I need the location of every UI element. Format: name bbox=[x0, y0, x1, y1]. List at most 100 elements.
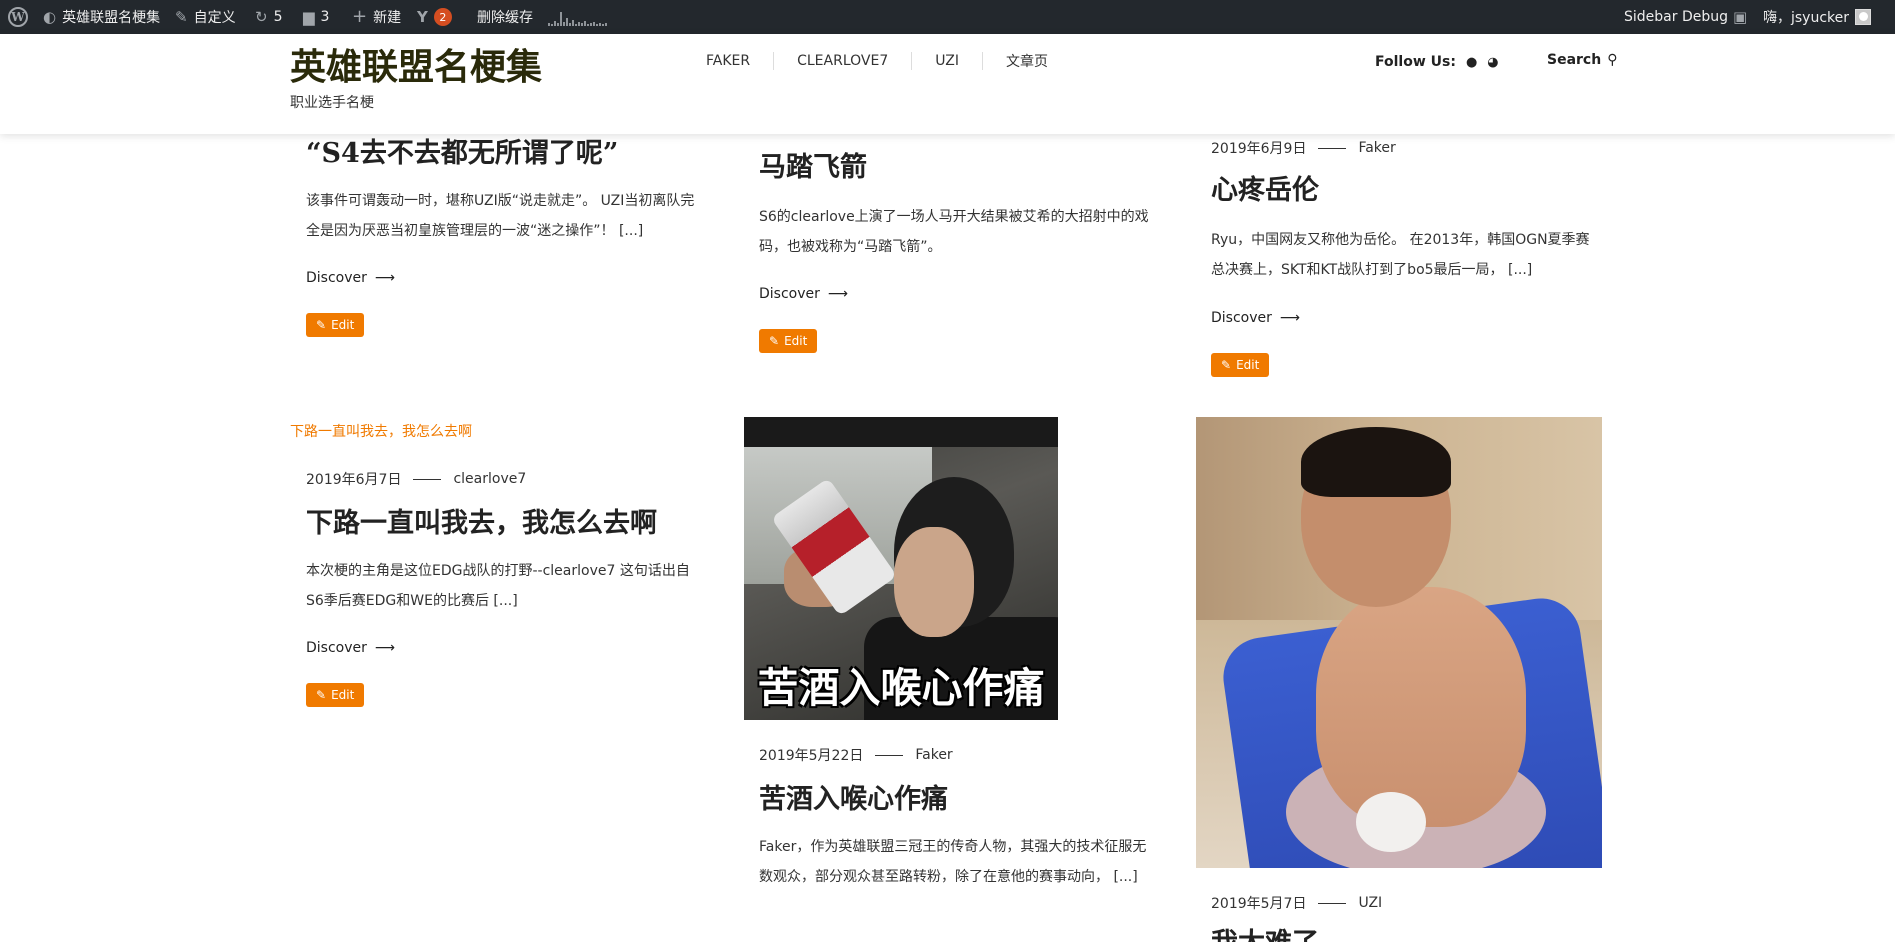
customize-label: 自定义 bbox=[193, 10, 236, 26]
post-excerpt: Faker，作为英雄联盟三冠王的传奇人物，其强大的技术征服无数观众，部分观众甚至… bbox=[759, 839, 1147, 885]
clear-cache-link[interactable]: 删除缓存 bbox=[477, 0, 533, 34]
post-author[interactable]: UZI bbox=[1358, 895, 1382, 911]
post-category-link[interactable]: 下路一直叫我去，我怎么去啊 bbox=[290, 421, 472, 441]
user-account-menu[interactable]: 嗨，jsyucker bbox=[1763, 0, 1872, 34]
nav-item-faker[interactable]: FAKER bbox=[700, 52, 775, 70]
comments-count: 3 bbox=[320, 9, 330, 25]
search-icon: ⚲ bbox=[1607, 52, 1618, 68]
arrow-right-icon: ⟶ bbox=[1279, 310, 1300, 326]
post-date[interactable]: 2019年6月9日 bbox=[1211, 138, 1306, 158]
debug-icon: ▣ bbox=[1733, 7, 1748, 26]
post-meta: 2019年6月7日 clearlove7 bbox=[306, 469, 526, 489]
post-card: 下路一直叫我去，我怎么去啊 bbox=[306, 508, 706, 540]
debug-bar-toggle[interactable]: ▣ bbox=[1733, 0, 1747, 34]
post-excerpt-block: 该事件可谓轰动一时，堪称UZI版“说走就走”。 UZI当初离队完全是因为厌恶当初… bbox=[306, 186, 696, 246]
user-avatar-icon bbox=[1855, 9, 1872, 25]
post-title[interactable]: 马踏飞箭 bbox=[759, 152, 1149, 184]
comments-link[interactable]: ▆ 3 bbox=[303, 0, 329, 34]
post-excerpt: Ryu，中国网友又称他为岳伦。 在2013年，韩国OGN夏季赛总决赛上，SKT和… bbox=[1211, 232, 1590, 278]
post-title[interactable]: 苦酒入喉心作痛 bbox=[759, 784, 1149, 816]
meta-separator bbox=[1318, 902, 1347, 904]
customize-link[interactable]: ✎ 自定义 bbox=[175, 0, 236, 34]
yoast-seo-menu[interactable]: Y 2 bbox=[417, 0, 452, 34]
discover-label: Discover bbox=[306, 640, 367, 656]
post-category-label: 下路一直叫我去，我怎么去啊 bbox=[290, 424, 472, 440]
edit-icon: ✎ bbox=[769, 334, 780, 348]
post-date[interactable]: 2019年5月7日 bbox=[1211, 893, 1306, 913]
discover-label: Discover bbox=[306, 270, 367, 286]
post-title[interactable]: 我太难了 bbox=[1211, 928, 1601, 942]
edit-button[interactable]: ✎ Edit bbox=[306, 683, 365, 707]
updates-link[interactable]: ↻ 5 bbox=[255, 0, 283, 34]
post-date[interactable]: 2019年6月7日 bbox=[306, 469, 401, 489]
post-excerpt: S6的clearlove上演了一场人马开大结果被艾希的大招射中的戏码，也被戏称为… bbox=[759, 209, 1149, 255]
wordpress-logo-icon: W bbox=[8, 7, 28, 27]
discover-link[interactable]: Discover ⟶ bbox=[306, 640, 395, 656]
post-thumbnail[interactable] bbox=[1196, 417, 1602, 868]
post-title[interactable]: 心疼岳伦 bbox=[1211, 175, 1601, 207]
comment-icon: ▆ bbox=[303, 7, 315, 26]
edit-button[interactable]: ✎ Edit bbox=[759, 329, 818, 353]
post-author[interactable]: Faker bbox=[915, 747, 952, 763]
nav-item-articles[interactable]: 文章页 bbox=[983, 52, 1071, 70]
edit-button[interactable]: ✎ Edit bbox=[1211, 353, 1270, 377]
wordpress-menu[interactable]: W bbox=[8, 0, 28, 34]
github-icon[interactable]: ● bbox=[1466, 55, 1477, 70]
post-title[interactable]: “S4去不去都无所谓了呢” bbox=[306, 138, 696, 170]
post-card: 马踏飞箭 bbox=[759, 152, 1149, 184]
yoast-notification-badge: 2 bbox=[433, 8, 452, 26]
edit-button[interactable]: ✎ Edit bbox=[306, 313, 365, 337]
new-label: 新建 bbox=[373, 10, 402, 26]
edit-label: Edit bbox=[331, 688, 355, 702]
nav-item-clearlove7[interactable]: CLEARLOVE7 bbox=[774, 52, 913, 70]
post-excerpt-block: S6的clearlove上演了一场人马开大结果被艾希的大招射中的戏码，也被戏称为… bbox=[759, 202, 1149, 262]
discover-link[interactable]: Discover ⟶ bbox=[759, 286, 848, 302]
plus-icon: + bbox=[352, 6, 368, 27]
post-meta: 2019年6月9日 Faker bbox=[1211, 138, 1396, 158]
arrow-right-icon: ⟶ bbox=[374, 270, 395, 286]
post-author[interactable]: clearlove7 bbox=[453, 471, 526, 487]
post-excerpt: 本次梗的主角是这位EDG战队的打野--clearlove7 这句话出自S6季后赛… bbox=[306, 563, 690, 609]
primary-nav: FAKER CLEARLOVE7 UZI 文章页 bbox=[700, 52, 1071, 70]
discover-link[interactable]: Discover ⟶ bbox=[306, 270, 395, 286]
post-excerpt-block: Ryu，中国网友又称他为岳伦。 在2013年，韩国OGN夏季赛总决赛上，SKT和… bbox=[1211, 225, 1601, 285]
edit-icon: ✎ bbox=[1221, 358, 1232, 372]
clear-cache-label: 删除缓存 bbox=[477, 10, 533, 26]
new-content-menu[interactable]: + 新建 bbox=[352, 0, 401, 34]
follow-us: Follow Us: ● ◕ bbox=[1375, 54, 1499, 70]
post-thumbnail[interactable]: 苦酒入喉心作痛 bbox=[744, 417, 1058, 720]
site-name-label: 英雄联盟名梗集 bbox=[62, 10, 161, 26]
query-monitor-sparkline[interactable] bbox=[548, 0, 607, 34]
site-header: 英雄联盟名梗集 职业选手名梗 FAKER CLEARLOVE7 UZI 文章页 … bbox=[0, 34, 1895, 134]
image-caption: 苦酒入喉心作痛 bbox=[757, 664, 1045, 712]
edit-icon: ✎ bbox=[316, 318, 327, 332]
site-title[interactable]: 英雄联盟名梗集 bbox=[290, 38, 542, 90]
site-name-menu[interactable]: ◐ 英雄联盟名梗集 bbox=[43, 0, 160, 34]
greeting-label: 嗨，jsyucker bbox=[1763, 10, 1850, 26]
post-excerpt: 该事件可谓轰动一时，堪称UZI版“说走就走”。 UZI当初离队完全是因为厌恶当初… bbox=[306, 193, 695, 239]
post-author[interactable]: Faker bbox=[1358, 140, 1395, 156]
edit-label: Edit bbox=[1236, 358, 1260, 372]
post-excerpt-block: 本次梗的主角是这位EDG战队的打野--clearlove7 这句话出自S6季后赛… bbox=[306, 556, 696, 616]
edit-icon: ✎ bbox=[316, 688, 327, 702]
wechat-icon[interactable]: ◕ bbox=[1487, 55, 1498, 70]
search-toggle[interactable]: Search ⚲ bbox=[1547, 52, 1617, 68]
discover-label: Discover bbox=[759, 286, 820, 302]
sidebar-debug-link[interactable]: Sidebar Debug bbox=[1624, 0, 1728, 34]
sparkline-chart-icon bbox=[548, 8, 607, 26]
sidebar-debug-label: Sidebar Debug bbox=[1624, 9, 1728, 25]
follow-us-label: Follow Us: bbox=[1375, 54, 1456, 70]
discover-label: Discover bbox=[1211, 310, 1272, 326]
discover-link[interactable]: Discover ⟶ bbox=[1211, 310, 1300, 326]
post-title[interactable]: 下路一直叫我去，我怎么去啊 bbox=[306, 508, 706, 540]
admin-bar: W ◐ 英雄联盟名梗集 ✎ 自定义 ↻ 5 ▆ 3 + 新建 Y 2 删除缓存 … bbox=[0, 0, 1895, 34]
arrow-right-icon: ⟶ bbox=[827, 286, 848, 302]
arrow-right-icon: ⟶ bbox=[374, 640, 395, 656]
meta-separator bbox=[413, 478, 442, 480]
meta-separator bbox=[875, 754, 904, 756]
search-label: Search bbox=[1547, 52, 1602, 68]
post-card: 心疼岳伦 bbox=[1211, 175, 1601, 207]
post-date[interactable]: 2019年5月22日 bbox=[759, 745, 863, 765]
nav-item-uzi[interactable]: UZI bbox=[912, 52, 983, 70]
paintbrush-icon: ✎ bbox=[175, 7, 188, 26]
